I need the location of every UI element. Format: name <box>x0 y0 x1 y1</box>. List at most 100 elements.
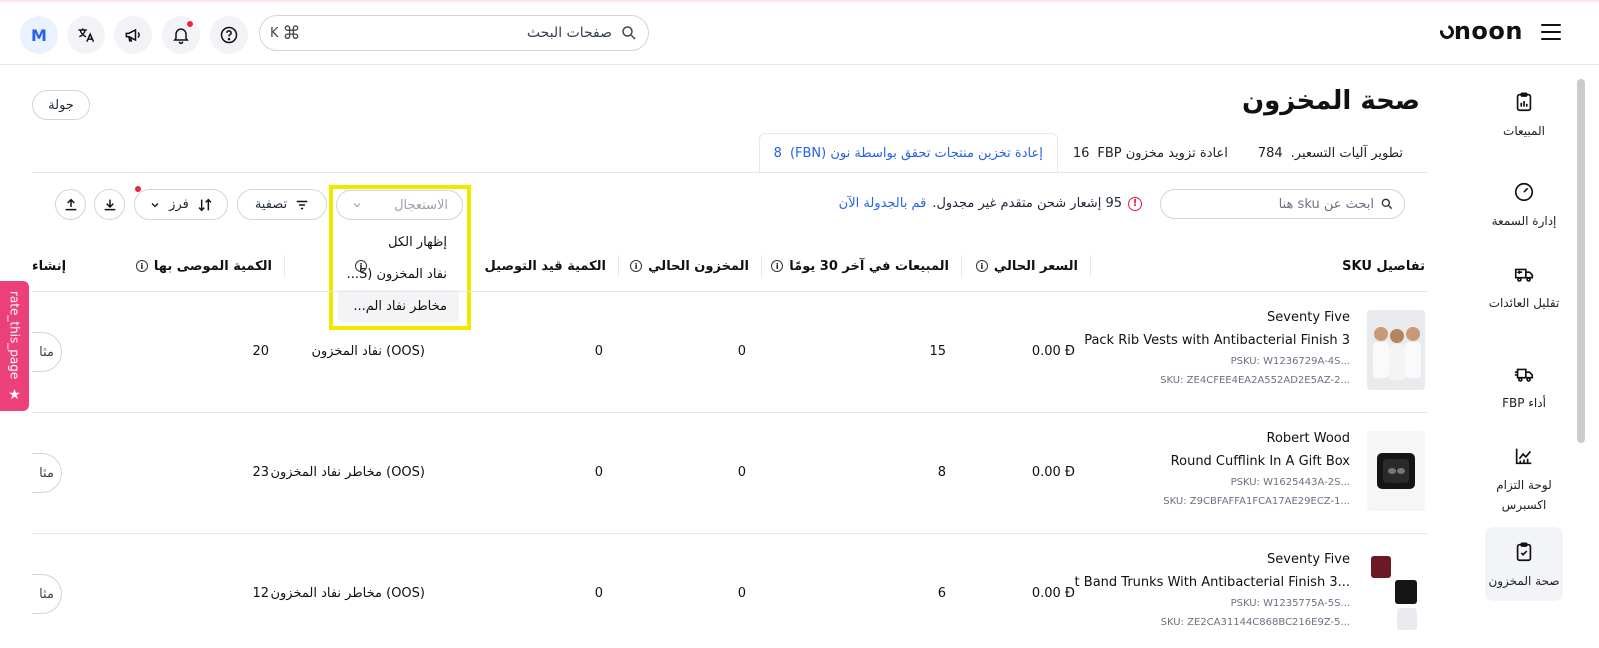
scrollbar[interactable] <box>1577 79 1585 443</box>
announcements-button[interactable] <box>114 16 152 54</box>
create-button[interactable]: مثا <box>32 332 62 372</box>
product-sku: SKU: Z9CBFAFFA1FCA17AE29ECZ-1... <box>1163 496 1350 507</box>
noon-logo[interactable]: noon <box>1437 17 1523 45</box>
product-name[interactable]: Round Cufflink In A Gift Box <box>1171 454 1350 469</box>
col-recommended-qty: الكمية الموصى بها i <box>135 255 285 277</box>
product-image[interactable] <box>1367 431 1425 511</box>
translate-icon <box>78 28 95 42</box>
col-status-info: i <box>355 240 367 292</box>
info-icon[interactable]: i <box>975 260 988 272</box>
tour-button[interactable]: جولة <box>32 90 90 120</box>
command-key-icon: ⌘ <box>282 22 301 44</box>
recommended-value: 20 <box>252 344 269 359</box>
sidebar-item-returns[interactable]: تقليل العائدات <box>1485 263 1563 313</box>
product-sku: SKU: ZE2CA31144C868BC216E9Z-5... <box>1160 617 1350 628</box>
star-icon: ★ <box>8 387 21 403</box>
price-value: 0.00 Ð <box>1031 465 1075 480</box>
product-sku: SKU: ZE4CFEE4EA2A552AD2E5AZ-2... <box>1160 375 1350 386</box>
in-transit-value: 0 <box>594 465 603 480</box>
table-row: Seventy Five Pack Rib Vests with Antibac… <box>32 292 1427 413</box>
sort-indicator-dot <box>135 186 141 192</box>
truck-fast-icon <box>1514 368 1534 382</box>
search-icon <box>622 26 636 40</box>
schedule-now-link[interactable]: قم بالجدولة الآن <box>839 196 927 211</box>
recommended-value: 23 <box>252 465 269 480</box>
col-current-price: السعر الحالي i <box>975 255 1091 277</box>
tab-pricing[interactable]: تطوير آليات التسعير. 784 <box>1243 133 1418 173</box>
col-sku-details: تفاصيل SKU <box>1342 258 1425 274</box>
sidebar-item-reputation[interactable]: إدارة السمعة <box>1485 181 1563 231</box>
price-value: 0.00 Ð <box>1031 344 1075 359</box>
product-image[interactable] <box>1367 552 1425 632</box>
download-button[interactable] <box>94 189 125 220</box>
notification-dot <box>186 20 194 28</box>
sku-search-input[interactable]: ابحث عن sku هنا <box>1160 189 1405 219</box>
sales-value: 8 <box>937 465 946 480</box>
language-button[interactable] <box>67 16 105 54</box>
create-button[interactable]: مثا <box>32 453 62 493</box>
line-chart-icon <box>1515 448 1532 465</box>
sidebar-item-sales[interactable]: المبيعات <box>1485 91 1563 141</box>
megaphone-icon <box>125 28 140 42</box>
page-title: صحة المخزون <box>1241 86 1420 116</box>
right-sidebar: المبيعات إدارة السمعة تقليل العائدات أدا… <box>1485 65 1587 648</box>
urgency-select[interactable]: الاستعجال <box>336 190 463 220</box>
download-icon <box>104 199 115 210</box>
info-icon[interactable]: i <box>135 260 148 272</box>
upload-button[interactable] <box>55 189 86 220</box>
global-search[interactable]: صفحات البحث K ⌘ <box>259 15 649 51</box>
product-brand: Seventy Five <box>1267 310 1350 325</box>
table-header: تفاصيل SKU السعر الحالي i المبيعات في آخر… <box>32 240 1427 292</box>
col-sales-30-days: المبيعات في آخر 30 يومًا i <box>771 255 962 277</box>
info-icon[interactable]: i <box>630 260 643 272</box>
alert-icon: ! <box>1128 196 1142 211</box>
product-psku: PSKU: W1236729A-4S... <box>1230 356 1350 367</box>
upload-icon <box>65 198 76 210</box>
sort-button[interactable]: فرز <box>134 186 228 220</box>
chevron-down-icon <box>151 202 159 207</box>
user-avatar[interactable]: M <box>20 16 58 54</box>
table-row: Seventy Five t Band Trunks With Antibact… <box>32 534 1427 648</box>
filter-icon <box>296 200 308 209</box>
clipboard-check-icon <box>1516 542 1532 562</box>
tab-fbn-restock[interactable]: إعادة تخزين منتجات تحقق بواسطة نون (FBN)… <box>758 133 1058 173</box>
notifications-button[interactable] <box>162 16 200 54</box>
search-placeholder: صفحات البحث <box>526 25 612 41</box>
chevron-down-icon <box>353 203 361 208</box>
product-name[interactable]: Pack Rib Vests with Antibacterial Finish… <box>1084 333 1350 348</box>
filter-button[interactable]: تصفية <box>237 189 327 220</box>
status-value: مخاطر نفاد المخزون (OOS) <box>270 586 425 601</box>
search-icon <box>1381 198 1393 210</box>
rate-this-page-tab[interactable]: rate_this_page ★ <box>0 281 29 411</box>
sidebar-item-express-dashboard[interactable]: لوحة التزام اكسبرس <box>1485 445 1563 515</box>
col-current-stock: المخزون الحالي i <box>630 255 762 277</box>
product-brand: Robert Wood <box>1266 431 1350 446</box>
sidebar-item-fbp-performance[interactable]: أداء FBP <box>1485 363 1563 413</box>
help-button[interactable] <box>210 16 248 54</box>
info-icon[interactable]: i <box>771 260 784 272</box>
recommended-value: 12 <box>252 586 269 601</box>
sidebar-item-inventory-health[interactable]: صحة المخزون <box>1485 527 1563 601</box>
product-psku: PSKU: W1235775A-5S... <box>1230 598 1350 609</box>
price-value: 0.00 Ð <box>1031 586 1075 601</box>
menu-icon[interactable] <box>1541 21 1561 43</box>
stock-value: 0 <box>737 586 746 601</box>
product-psku: PSKU: W1625443A-2S... <box>1230 477 1350 488</box>
tab-fbp-restock[interactable]: اعادة تزويد مخزون FBP 16 <box>1058 133 1243 173</box>
col-in-transit: الكمية قيد التوصيل <box>485 255 619 277</box>
inventory-tabs: تطوير آليات التسعير. 784 اعادة تزويد مخزو… <box>758 133 1418 173</box>
create-button[interactable]: مثا <box>32 574 62 614</box>
help-icon <box>220 26 238 44</box>
asn-notice: ! 95 إشعار شحن متقدم غير مجدول. قم بالجد… <box>839 196 1142 211</box>
status-value: مخاطر نفاد المخزون (OOS) <box>270 465 425 480</box>
search-shortcut: K ⌘ <box>270 22 301 44</box>
product-name[interactable]: t Band Trunks With Antibacterial Finish … <box>1075 575 1350 590</box>
top-header: noon صفحات البحث K ⌘ M <box>0 2 1599 65</box>
in-transit-value: 0 <box>594 344 603 359</box>
truck-return-icon <box>1514 268 1534 282</box>
bell-icon <box>173 28 189 45</box>
rate-tab-label: rate_this_page <box>7 291 22 380</box>
table-row: Robert Wood Round Cufflink In A Gift Box… <box>32 413 1427 534</box>
product-image[interactable] <box>1367 310 1425 390</box>
info-icon[interactable]: i <box>355 260 367 272</box>
